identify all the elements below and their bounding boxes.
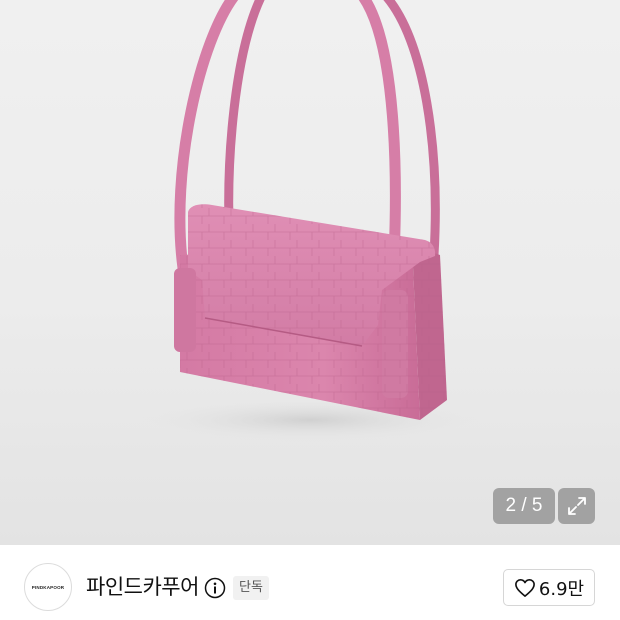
like-count: 6.9만: [538, 578, 585, 600]
page-indicator: 2 / 5: [493, 488, 555, 524]
like-button[interactable]: 6.9만: [503, 569, 595, 606]
store-logo-text: PINDKAPOOR: [31, 584, 65, 590]
heart-outline-icon: [514, 578, 535, 597]
product-image[interactable]: [0, 0, 620, 545]
exclusive-badge: 단독: [233, 576, 269, 600]
expand-button[interactable]: [558, 488, 595, 524]
store-name[interactable]: 파인드카푸어: [86, 573, 199, 601]
store-logo[interactable]: PINDKAPOOR: [24, 563, 72, 611]
expand-icon: [567, 497, 586, 515]
info-icon[interactable]: [204, 577, 226, 599]
product-image-viewer[interactable]: 2 / 5: [0, 0, 620, 545]
